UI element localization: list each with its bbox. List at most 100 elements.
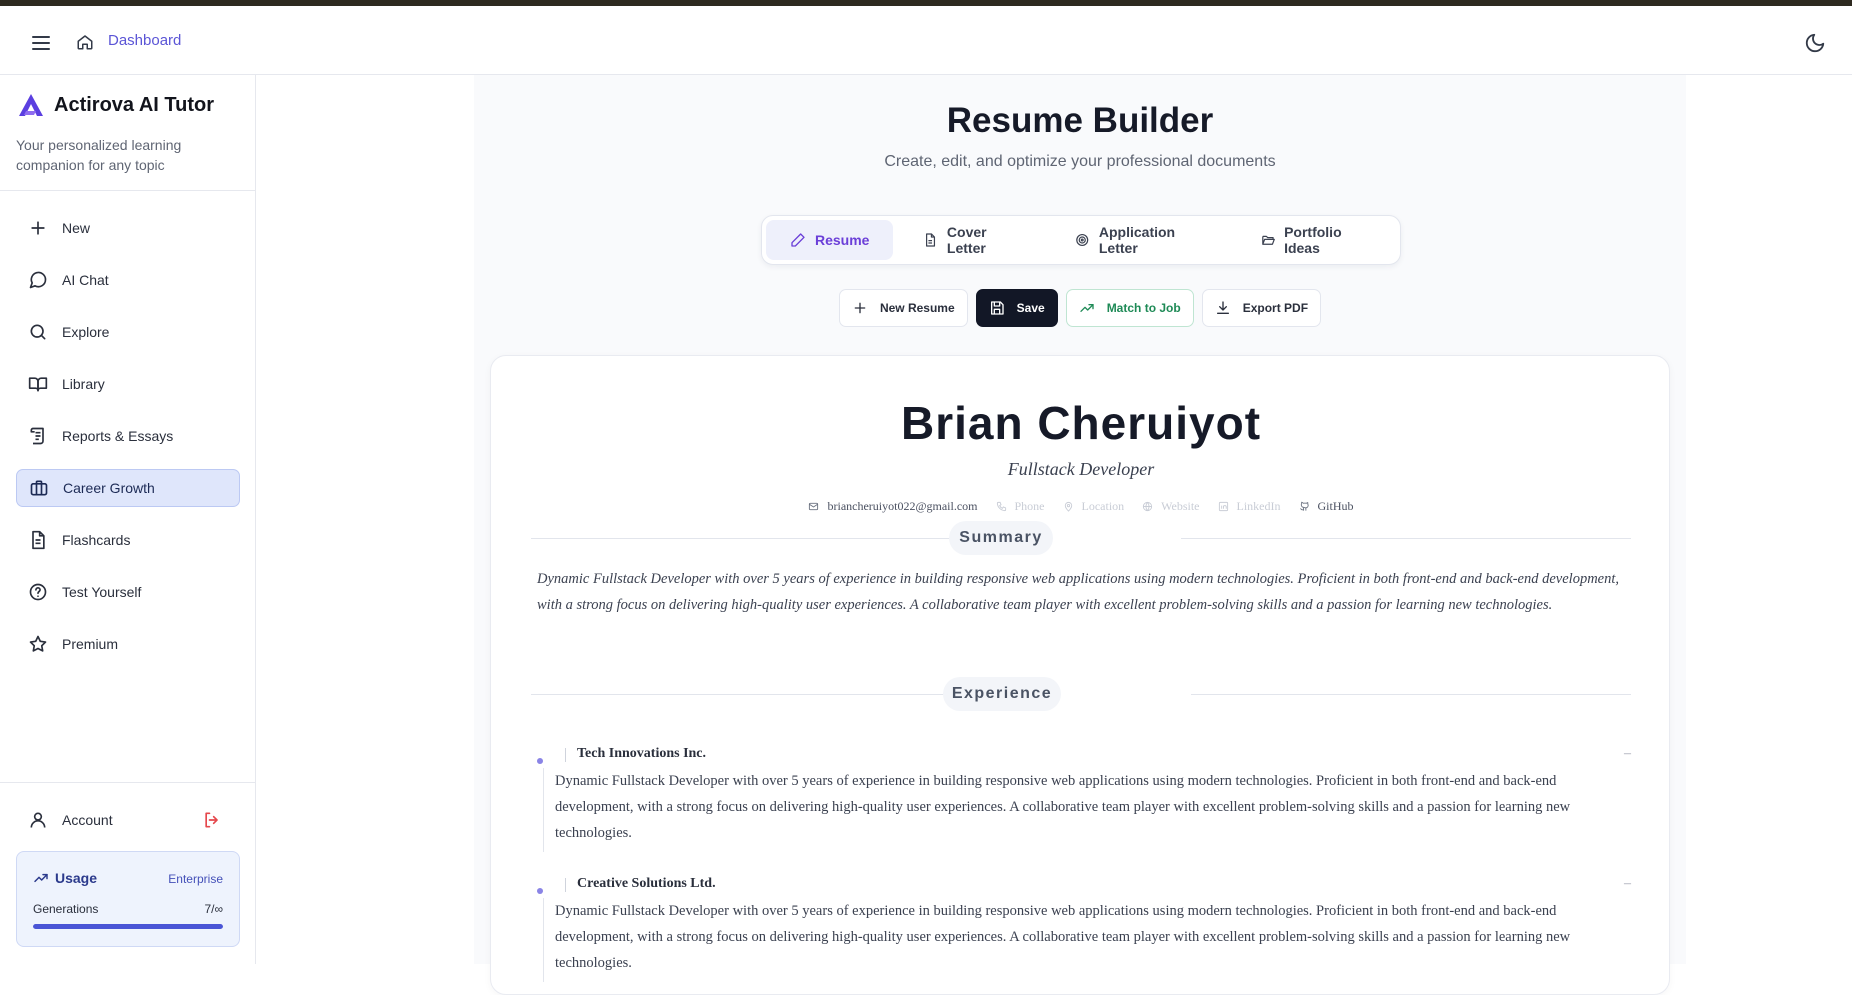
- sidebar-item-label: Premium: [62, 636, 119, 652]
- sidebar-item-label: Test Yourself: [62, 584, 142, 600]
- experience-dates: –: [1624, 876, 1631, 891]
- experience-company: Creative Solutions Ltd.: [577, 876, 716, 891]
- timeline-line: [543, 768, 544, 852]
- entry-divider: [565, 748, 566, 762]
- section-rule: [531, 694, 951, 695]
- usage-header: Usage: [33, 870, 97, 886]
- plus-icon: [854, 302, 866, 314]
- contact-email[interactable]: briancheruiyot022@gmail.com: [808, 499, 978, 514]
- dark-mode-moon-icon[interactable]: [1804, 32, 1826, 54]
- contact-github[interactable]: GitHub: [1299, 499, 1354, 514]
- brand[interactable]: Actirova AI Tutor: [18, 93, 214, 117]
- entry-divider: [565, 878, 566, 892]
- file-text-icon: [926, 233, 936, 247]
- contact-linkedin-text: LinkedIn: [1236, 499, 1281, 513]
- contact-linkedin[interactable]: LinkedIn: [1218, 499, 1281, 514]
- save-disk-icon: [990, 301, 1004, 315]
- sidebar-item-label: Explore: [62, 324, 110, 340]
- globe-icon: [1143, 501, 1153, 512]
- sidebar: Actirova AI Tutor Your personalized lear…: [0, 75, 256, 964]
- sidebar-nav: New AI Chat Explore Library Reports & Es…: [16, 209, 240, 677]
- help-circle-icon: [29, 583, 47, 601]
- resume-role[interactable]: Fullstack Developer: [491, 459, 1671, 480]
- brand-subtitle: Your personalized learning companion for…: [16, 137, 182, 173]
- sidebar-item-test-yourself[interactable]: Test Yourself: [16, 573, 240, 611]
- button-label: Save: [1016, 301, 1045, 315]
- experience-entry[interactable]: Creative Solutions Ltd. – Dynamic Fullst…: [537, 876, 1637, 986]
- document-icon: [32, 530, 45, 550]
- timeline-dot: [537, 888, 543, 894]
- resume-name[interactable]: Brian Cheruiyot: [491, 396, 1671, 450]
- tab-portfolio-ideas[interactable]: Portfolio Ideas: [1237, 220, 1396, 260]
- chat-bubble-icon: [29, 271, 47, 289]
- account-button[interactable]: Account: [28, 805, 236, 835]
- linkedin-icon: [1218, 501, 1228, 512]
- match-to-job-button[interactable]: Match to Job: [1065, 289, 1194, 327]
- sidebar-divider: [0, 190, 255, 191]
- generations-label: Generations: [33, 902, 99, 916]
- pencil-icon: [791, 233, 805, 247]
- map-pin-icon: [1064, 501, 1072, 512]
- export-pdf-button[interactable]: Export PDF: [1201, 289, 1322, 327]
- scroll-icon: [30, 427, 44, 445]
- sidebar-item-ai-chat[interactable]: AI Chat: [16, 261, 240, 299]
- logout-icon[interactable]: [202, 810, 222, 830]
- sidebar-item-flashcards[interactable]: Flashcards: [16, 521, 240, 559]
- contact-email-text: briancheruiyot022@gmail.com: [827, 499, 978, 513]
- experience-company: Tech Innovations Inc.: [577, 746, 707, 761]
- sidebar-item-label: Reports & Essays: [62, 428, 174, 444]
- experience-heading: Experience: [943, 677, 1061, 711]
- usage-progress-fill: [33, 924, 223, 929]
- tab-cover-letter[interactable]: Cover Letter: [899, 220, 1045, 260]
- sidebar-item-premium[interactable]: Premium: [16, 625, 240, 663]
- sidebar-item-reports-essays[interactable]: Reports & Essays: [16, 417, 240, 455]
- briefcase-icon: [30, 480, 48, 496]
- trending-up-icon: [34, 873, 48, 883]
- hamburger-menu-icon[interactable]: [32, 36, 50, 50]
- resume-builder-canvas: Resume Builder Create, edit, and optimiz…: [474, 75, 1686, 995]
- save-button[interactable]: Save: [975, 289, 1058, 327]
- contact-location[interactable]: Location: [1063, 499, 1125, 514]
- sidebar-item-career-growth[interactable]: Career Growth: [16, 469, 240, 507]
- contact-website-text: Website: [1161, 499, 1200, 513]
- sidebar-item-new[interactable]: New: [16, 209, 240, 247]
- tab-application-letter[interactable]: Application Letter: [1051, 220, 1230, 260]
- contact-location-text: Location: [1081, 499, 1125, 513]
- account-label: Account: [62, 812, 113, 828]
- experience-dates: –: [1624, 746, 1631, 761]
- usage-progress-bar: [33, 924, 223, 929]
- usage-card: Usage Enterprise Generations 7/∞: [16, 851, 240, 947]
- experience-description: Dynamic Fullstack Developer with over 5 …: [555, 773, 1571, 841]
- document-tabs: Resume Cover Letter Application Letter P…: [761, 215, 1401, 265]
- sidebar-item-explore[interactable]: Explore: [16, 313, 240, 351]
- contact-github-text: GitHub: [1317, 499, 1354, 513]
- resume-preview: Brian Cheruiyot Fullstack Developer bria…: [490, 355, 1670, 995]
- tab-label: Cover Letter: [946, 224, 987, 256]
- new-resume-button[interactable]: New Resume: [838, 289, 968, 327]
- contact-website[interactable]: Website: [1142, 499, 1200, 514]
- sidebar-item-library[interactable]: Library: [16, 365, 240, 403]
- github-icon: [1299, 501, 1309, 511]
- contact-phone-text: Phone: [1014, 499, 1045, 513]
- contact-phone[interactable]: Phone: [996, 499, 1045, 514]
- sidebar-item-label: Library: [62, 376, 105, 392]
- timeline-dot: [537, 758, 543, 764]
- search-icon: [30, 324, 46, 340]
- sidebar-item-label: AI Chat: [62, 272, 109, 288]
- section-rule: [1181, 538, 1631, 539]
- page-subtitle: Create, edit, and optimize your professi…: [884, 153, 1276, 170]
- summary-text[interactable]: Dynamic Fullstack Developer with over 5 …: [537, 566, 1637, 618]
- sidebar-divider: [0, 782, 255, 783]
- breadcrumb-dashboard[interactable]: Dashboard: [108, 32, 181, 49]
- home-icon[interactable]: [76, 33, 94, 51]
- sidebar-item-label: New: [62, 220, 91, 236]
- tab-label: Resume: [815, 232, 870, 248]
- summary-heading: Summary: [949, 521, 1053, 555]
- top-bar: Dashboard: [0, 6, 1852, 75]
- star-icon: [29, 635, 47, 652]
- sidebar-item-label: Flashcards: [62, 532, 131, 548]
- tab-resume[interactable]: Resume: [766, 220, 894, 260]
- experience-entry[interactable]: Tech Innovations Inc. – Dynamic Fullstac…: [537, 746, 1637, 856]
- experience-section-header: Experience: [531, 677, 1631, 711]
- download-icon: [1216, 301, 1229, 314]
